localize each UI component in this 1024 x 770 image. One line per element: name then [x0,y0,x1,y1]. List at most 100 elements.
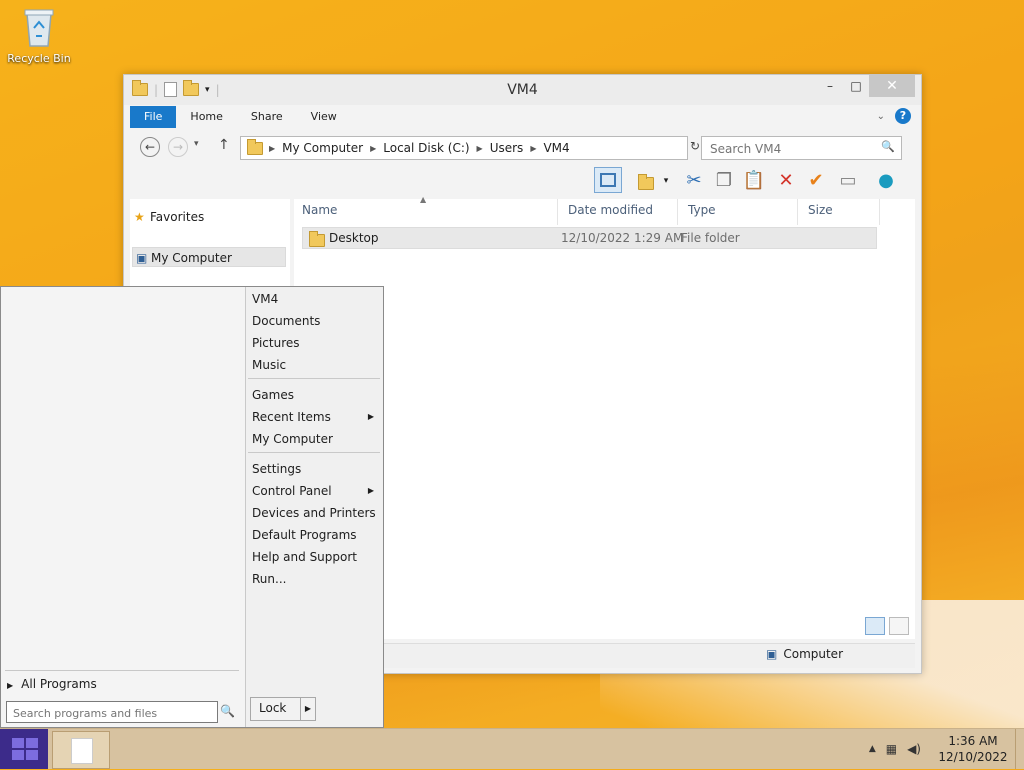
search-input[interactable] [708,139,872,159]
start-item-run[interactable]: Run... [252,569,380,589]
clock-date: 12/10/2022 [938,750,1008,764]
search-box: 🔍 [701,136,902,160]
up-icon[interactable]: ↑ [218,137,230,153]
start-search-box [6,701,218,723]
computer-icon: ▣ [766,647,778,661]
lock-options-arrow-icon[interactable]: ▶ [300,698,315,720]
large-icons-view-icon[interactable] [889,617,909,635]
taskbar-app-document[interactable] [52,731,110,769]
show-hidden-icons-icon[interactable]: ▲ [869,744,876,754]
tab-file[interactable]: File [130,106,177,128]
column-name[interactable]: Name [294,199,558,225]
recycle-bin[interactable]: Recycle Bin [6,6,72,65]
computer-icon: ▣ [136,251,148,265]
start-item-settings[interactable]: Settings [252,459,380,479]
column-size[interactable]: Size [800,199,880,225]
show-desktop-button[interactable] [1015,729,1024,769]
start-search-input[interactable] [11,704,215,722]
divider [248,452,380,453]
file-type: File folder [681,231,740,245]
address-row: ← → ▾ ↑ ▶ My Computer ▶ Local Disk (C:) … [130,133,915,161]
forward-icon[interactable]: → [168,137,188,157]
file-name: Desktop [329,231,379,245]
nav-my-computer[interactable]: ▣ My Computer [132,247,286,267]
delete-icon[interactable]: ✕ [774,169,798,193]
help-icon[interactable]: ? [895,108,911,124]
start-item-recent-items[interactable]: Recent Items ▶ [252,407,380,427]
back-icon[interactable]: ← [140,137,160,157]
minimize-button[interactable]: – [817,75,843,97]
nav-favorites[interactable]: ★ Favorites [132,207,286,227]
start-item-control-panel[interactable]: Control Panel ▶ [252,481,380,501]
star-icon: ★ [134,210,145,224]
location-folder-icon [247,138,263,155]
start-item-my-computer[interactable]: My Computer [252,429,380,449]
paste-icon[interactable]: 📋 [742,169,766,193]
start-item-games[interactable]: Games [252,385,380,405]
status-location: Computer [783,647,843,661]
all-programs-item[interactable]: ▶ All Programs [7,677,97,691]
breadcrumb-vm4[interactable]: VM4 [538,141,574,155]
address-bar[interactable]: ▶ My Computer ▶ Local Disk (C:) ▶ Users … [240,136,761,160]
breadcrumb-users[interactable]: Users [485,141,529,155]
recycle-bin-icon [22,6,56,48]
details-view-icon[interactable] [865,617,885,635]
arrow-right-icon: ▶ [7,681,14,690]
refresh-icon[interactable]: ↻ [690,139,700,153]
copy-icon[interactable]: ❐ [712,169,736,193]
recycle-bin-label: Recycle Bin [7,52,71,65]
maximize-button[interactable]: □ [843,75,869,97]
network-globe-icon[interactable]: ● [874,169,898,193]
start-item-pictures[interactable]: Pictures [252,333,380,353]
windows-logo-icon [12,738,38,760]
close-button[interactable]: ✕ [869,75,915,97]
start-item-devices-printers[interactable]: Devices and Printers [252,503,380,523]
folder-options-dropdown-icon[interactable]: ▾ [660,169,672,193]
submenu-arrow-icon: ▶ [367,486,374,495]
preview-pane-icon[interactable] [594,167,622,193]
system-tray: ▲ ▦ ◀) 1:36 AM 12/10/2022 [869,729,1024,769]
start-item-vm4[interactable]: VM4 [252,289,380,309]
breadcrumb-my-computer[interactable]: My Computer [277,141,368,155]
tab-view[interactable]: View [297,106,351,128]
title-bar[interactable]: | ▾ | VM4 – □ ✕ [124,75,921,105]
start-places-pane: VM4 Documents Pictures Music Games Recen… [246,287,384,727]
document-icon [71,738,93,764]
lock-button[interactable]: Lock ▶ [250,697,316,721]
column-type[interactable]: Type [680,199,798,225]
volume-icon[interactable]: ◀) [907,742,921,756]
tab-home[interactable]: Home [176,106,236,128]
ribbon-tabs: File Home Share View ⌄ ? [130,106,915,128]
start-item-default-programs[interactable]: Default Programs [252,525,380,545]
recent-locations-icon[interactable]: ▾ [194,139,199,149]
clock[interactable]: 1:36 AM 12/10/2022 [931,733,1015,765]
start-item-music[interactable]: Music [252,355,380,375]
tab-share[interactable]: Share [237,106,297,128]
file-list: ▲ Name Date modified Type Size Desktop 1… [294,195,915,639]
start-item-help-support[interactable]: Help and Support [252,547,380,567]
search-icon[interactable]: 🔍 [220,704,235,718]
cut-icon[interactable]: ✂ [682,169,706,193]
properties-check-icon[interactable]: ✔ [804,169,828,193]
rename-icon[interactable]: ▭ [836,169,860,193]
divider [5,670,239,671]
window-title: VM4 [507,82,538,98]
search-icon[interactable]: 🔍 [881,140,895,153]
start-programs-pane: ▶All Programs 🔍 [1,287,246,727]
file-date: 12/10/2022 1:29 AM [561,231,684,245]
command-toolbar: ▾ ✂ ❐ 📋 ✕ ✔ ▭ ● [130,165,915,197]
start-item-documents[interactable]: Documents [252,311,380,331]
clock-time: 1:36 AM [948,734,998,748]
folder-options-icon[interactable] [634,169,658,193]
divider [248,378,380,379]
submenu-arrow-icon: ▶ [367,412,374,421]
breadcrumb-local-disk[interactable]: Local Disk (C:) [378,141,474,155]
column-date-modified[interactable]: Date modified [560,199,678,225]
table-row[interactable]: Desktop 12/10/2022 1:29 AM File folder [302,227,877,249]
folder-icon [309,231,325,247]
start-menu: ▶All Programs 🔍 VM4 Documents Pictures M… [0,286,384,728]
expand-ribbon-icon[interactable]: ⌄ [877,111,885,122]
network-icon[interactable]: ▦ [886,742,897,756]
start-button[interactable] [0,729,48,769]
taskbar: ▲ ▦ ◀) 1:36 AM 12/10/2022 [0,728,1024,769]
